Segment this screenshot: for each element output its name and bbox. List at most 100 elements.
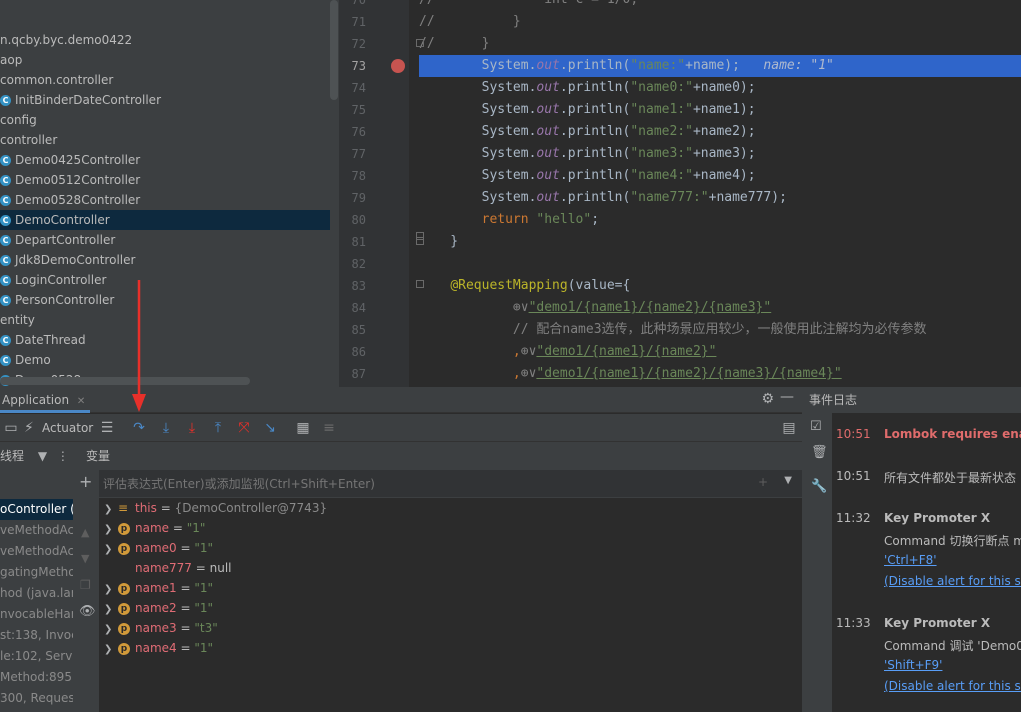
force-step-into-icon[interactable]: ⤓ [181, 414, 203, 442]
stack-frame[interactable]: nvocableHan [0, 604, 73, 625]
line-number[interactable]: 73 [339, 55, 366, 77]
line-number[interactable]: 80 [339, 209, 366, 231]
stack-frame[interactable]: hod (java.lar [0, 583, 73, 604]
evaluate-input[interactable] [103, 474, 743, 494]
code-line[interactable]: ,⊕∨"demo1/{name1}/{name2}" [419, 341, 1021, 363]
tree-item[interactable]: C DemoController [0, 210, 330, 230]
mark-read-icon[interactable]: ☑ [810, 419, 822, 434]
variable-row[interactable]: name777 = null [104, 558, 232, 578]
down-icon[interactable]: ▼ [81, 552, 89, 565]
console-icon[interactable]: ▭ [0, 414, 22, 442]
fold-marker-icon[interactable] [416, 237, 424, 245]
tree-item[interactable]: C InitBinderDateController [0, 90, 330, 110]
minimize-icon[interactable]: — [780, 389, 794, 405]
actuator-label[interactable]: Actuator [42, 414, 93, 442]
variable-row[interactable]: ❯ p name0 = "1" [104, 538, 213, 558]
expand-icon[interactable]: ❯ [104, 520, 118, 540]
add-to-watch-icon[interactable]: + [758, 475, 768, 489]
code-line[interactable]: System.out.println("name:"+name); name: … [419, 55, 1021, 77]
more-icon[interactable]: ⋮ [57, 449, 69, 463]
expand-icon[interactable]: ❯ [104, 600, 118, 620]
variable-row[interactable]: ❯ ≡ this = {DemoController@7743} [104, 498, 327, 518]
code-line[interactable]: // 配合name3选传，此种场景应用较少，一般使用此注解均为必传参数 [419, 319, 1021, 341]
line-number[interactable]: 74 [339, 77, 366, 99]
evaluate-icon[interactable]: ▦ [292, 414, 314, 442]
code-line[interactable]: ⊕∨"demo1/{name1}/{name2}/{name3}" [419, 297, 1021, 319]
variable-row[interactable]: ❯ p name2 = "1" [104, 598, 213, 618]
line-number[interactable]: 86 [339, 341, 366, 363]
code-line[interactable]: // } [419, 33, 1021, 55]
tree-item[interactable]: C Demo0528Controller [0, 190, 330, 210]
line-number[interactable]: 79 [339, 187, 366, 209]
line-number[interactable]: 81 [339, 231, 366, 253]
tree-item[interactable]: C Demo [0, 350, 330, 370]
stack-frame[interactable]: Method:895, F [0, 667, 73, 688]
trace-icon[interactable]: ≡ [318, 414, 340, 442]
expand-icon[interactable]: ❯ [104, 580, 118, 600]
code-line[interactable]: ,⊕∨"demo1/{name1}/{name2}/{name3}/{name4… [419, 363, 1021, 385]
show-frames-icon[interactable]: ☰ [96, 414, 118, 442]
breakpoint-icon[interactable] [391, 59, 405, 73]
code-line[interactable]: } [419, 231, 1021, 253]
tree-item[interactable]: config [0, 110, 330, 130]
tree-item[interactable]: C DepartController [0, 230, 330, 250]
code-line[interactable]: // } [419, 11, 1021, 33]
expand-icon[interactable]: ❯ [104, 640, 118, 660]
line-number[interactable]: 77 [339, 143, 366, 165]
code-line[interactable]: System.out.println("name777:"+name777); [419, 187, 1021, 209]
expand-icon[interactable]: ❯ [104, 500, 118, 520]
code-editor[interactable]: 70 71 72 73 74 75 76 77 78 79 80 81 82 83 84 85 86 87 // … [339, 0, 1021, 387]
code-line[interactable]: // int c = 1/0; [419, 0, 1021, 11]
line-number[interactable]: 71 [339, 11, 366, 33]
event-link[interactable]: 'Shift+F9' [884, 658, 942, 672]
stack-frame[interactable]: veMethodAc [0, 541, 73, 562]
event-link[interactable]: 'Ctrl+F8' [884, 553, 937, 567]
tree-vertical-scrollbar[interactable] [330, 0, 338, 100]
variable-row[interactable]: ❯ p name3 = "t3" [104, 618, 218, 638]
line-number[interactable]: 70 [339, 0, 366, 11]
variable-row[interactable]: ❯ p name1 = "1" [104, 578, 213, 598]
filter-icon[interactable]: ▼ [38, 449, 47, 463]
tree-item[interactable]: common.controller [0, 70, 330, 90]
stack-frame[interactable]: le:102, Servle [0, 646, 73, 667]
code-line[interactable]: System.out.println("name0:"+name0); [419, 77, 1021, 99]
line-number[interactable]: 72 [339, 33, 366, 55]
watch-eye-icon[interactable]: 👁 [79, 604, 96, 619]
tree-item[interactable]: aop [0, 50, 330, 70]
line-number[interactable]: 85 [339, 319, 366, 341]
fold-marker-icon[interactable] [416, 39, 424, 47]
expand-icon[interactable]: ❯ [104, 540, 118, 560]
stack-frame[interactable]: 300, Request [0, 688, 73, 709]
add-watch-icon[interactable]: + [79, 472, 92, 491]
code-line[interactable]: @RequestMapping(value={ [419, 275, 1021, 297]
step-over-icon[interactable]: ↷ [128, 414, 150, 442]
stack-frame[interactable]: gatingMetho [0, 562, 73, 583]
stack-frame[interactable]: st:138, Invoc [0, 625, 73, 646]
line-number[interactable]: 84 [339, 297, 366, 319]
variable-row[interactable]: ❯ p name = "1" [104, 518, 205, 538]
tree-item[interactable]: controller [0, 130, 330, 150]
line-number[interactable]: 82 [339, 253, 366, 275]
code-line[interactable]: System.out.println("name2:"+name2); [419, 121, 1021, 143]
fold-marker-icon[interactable] [416, 280, 424, 288]
evaluate-expression-bar[interactable]: + ▼ [99, 470, 802, 498]
code-line[interactable]: return "hello"; [419, 209, 1021, 231]
event-link[interactable]: (Disable alert for this sh [884, 574, 1021, 588]
line-number[interactable]: 76 [339, 121, 366, 143]
line-number[interactable]: 75 [339, 99, 366, 121]
up-icon[interactable]: ▲ [81, 526, 89, 539]
step-into-icon[interactable]: ⤓ [155, 414, 177, 442]
line-number[interactable]: 83 [339, 275, 366, 297]
line-number[interactable]: 87 [339, 363, 366, 385]
history-dropdown-icon[interactable]: ▼ [784, 475, 792, 486]
actuator-icon[interactable]: ⚡ [24, 414, 34, 442]
code-line[interactable]: System.out.println("name1:"+name1); [419, 99, 1021, 121]
code-line[interactable]: System.out.println("name3:"+name3); [419, 143, 1021, 165]
tab-application[interactable]: Application ✕ [0, 387, 90, 413]
stack-frame[interactable]: veMethodAc [0, 520, 73, 541]
tree-item[interactable]: C DateThread [0, 330, 330, 350]
drop-frame-icon[interactable]: ⤧ [233, 414, 255, 442]
variable-row[interactable]: ❯ p name4 = "1" [104, 638, 213, 658]
tree-item[interactable]: C Demo0425Controller [0, 150, 330, 170]
copy-icon[interactable]: ❐ [80, 578, 91, 592]
